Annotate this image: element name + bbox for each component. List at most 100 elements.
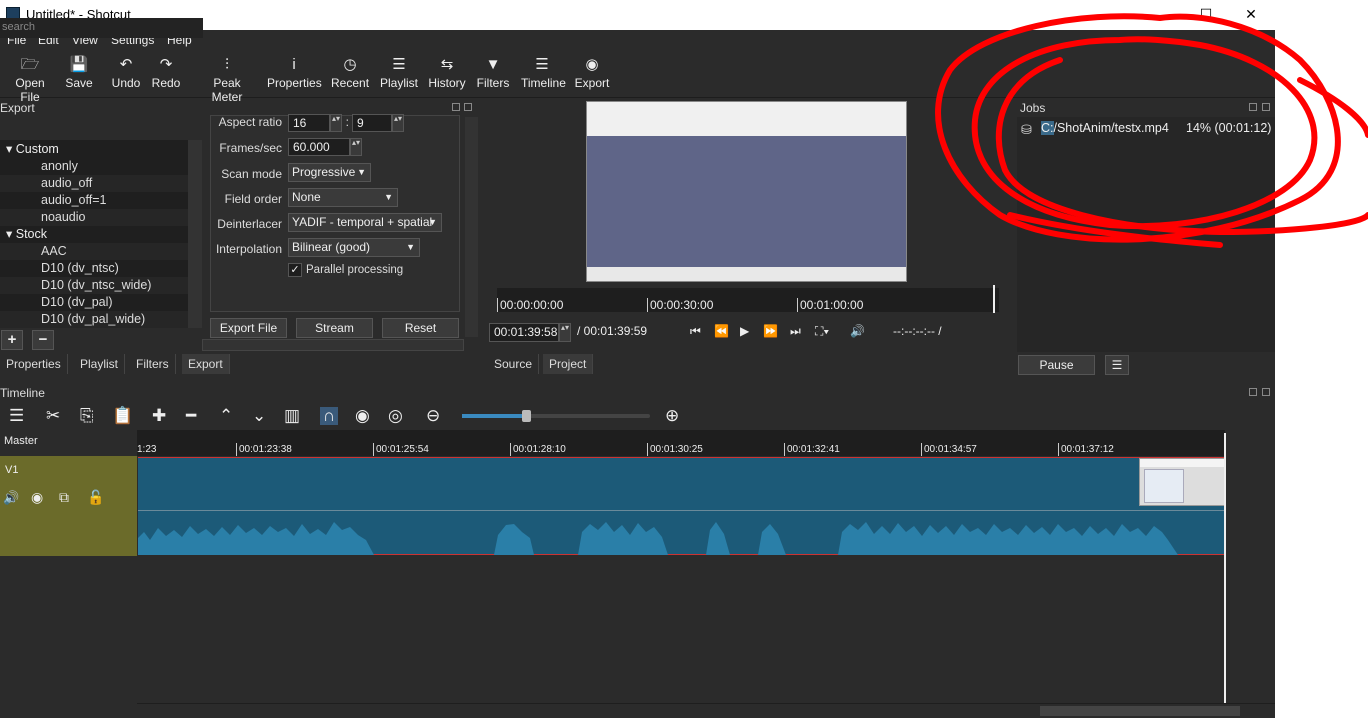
tab-properties[interactable]: Properties [0,354,68,374]
filters-button[interactable]: ▼ Filters [476,56,510,96]
rewind-icon[interactable]: ⏪ [714,324,729,338]
stream-button[interactable]: Stream [296,318,373,338]
reset-button[interactable]: Reset [382,318,459,338]
deinterlacer-select[interactable]: YADIF - temporal + spatial ▼ [288,213,442,232]
player-ruler[interactable]: 00:00:00:00 00:00:30:00 00:01:00:00 [497,288,999,312]
export-file-button[interactable]: Export File [210,318,287,338]
tree-scrollbar[interactable] [188,140,202,328]
timeline-playhead[interactable] [1224,433,1226,703]
tree-item[interactable]: audio_off [0,175,188,192]
scrollbar-thumb[interactable] [1040,706,1240,716]
options-scrollbar[interactable] [465,117,478,337]
tab-playlist[interactable]: Playlist [74,354,126,374]
close-panel-icon[interactable] [464,103,472,111]
remove-preset-button[interactable]: − [32,330,54,350]
aspect-width-stepper[interactable]: ▴▾ [330,114,342,132]
video-preview[interactable] [586,101,907,282]
timeline-menu-icon[interactable]: ☰ [9,407,24,425]
copy-icon[interactable]: ⎘ [80,407,94,425]
fps-field[interactable]: 60.000 [288,138,350,156]
job-row[interactable]: C:/ShotAnim/testx.mp4 [1041,121,1169,135]
snap-magnet-icon[interactable]: ∩ [320,407,339,425]
play-icon[interactable]: ▶ [740,324,749,338]
tree-item[interactable]: D10 (dv_ntsc) [0,260,188,277]
scan-mode-select[interactable]: Progressive ▼ [288,163,371,182]
tree-item[interactable]: noaudio [0,209,188,226]
scrub-eye-icon[interactable]: ◉ [355,407,370,425]
append-icon[interactable]: ✚ [152,407,166,425]
skip-next-icon[interactable]: ⏭ [790,324,801,339]
export-button[interactable]: ◉ Export [574,56,610,96]
overwrite-icon[interactable]: ⌄ [252,407,266,425]
tree-item[interactable]: D10 (dv_pal) [0,294,188,311]
open-file-button[interactable]: 🗁 Open File [6,56,54,104]
zoom-out-icon[interactable]: ⊖ [426,407,440,425]
fps-stepper[interactable]: ▴▾ [350,138,362,156]
timeline-ruler[interactable]: 1:23 00:01:23:38 00:01:25:54 00:01:28:10… [137,430,1225,456]
ripple-delete-icon[interactable]: ━ [186,407,196,425]
save-button[interactable]: 💾 Save [63,56,95,96]
peak-meter-button[interactable]: ⫶ Peak Meter [198,56,256,104]
lock-icon[interactable]: 🔓 [87,489,104,506]
composite-layers-icon[interactable]: ⧉ [59,489,69,506]
parallel-processing-checkbox[interactable]: ✓ [288,263,302,277]
skip-previous-icon[interactable]: ⏮ [690,324,701,339]
aspect-width-field[interactable]: 16 [288,114,330,132]
tree-item[interactable]: D10 (dv_pal_wide) [0,311,188,328]
maximize-button[interactable]: ☐ [1194,4,1218,24]
fast-forward-icon[interactable]: ⏩ [763,324,778,338]
ripple-target-icon[interactable]: ◎ [388,407,403,425]
paste-icon[interactable]: 📋 [112,407,133,425]
tree-group-custom[interactable]: ▾ Custom [0,141,188,158]
tab-export[interactable]: Export [182,354,230,374]
close-button[interactable]: ✕ [1239,4,1263,24]
history-button[interactable]: ⇆ History [428,56,466,96]
timeline-hscrollbar[interactable] [137,703,1275,717]
float-icon[interactable] [1249,103,1257,111]
zoom-slider[interactable] [462,410,650,422]
recent-button[interactable]: ◷ Recent [331,56,369,96]
preset-tree[interactable]: ▾ Custom anonly audio_off audio_off=1 no… [0,140,188,328]
close-panel-icon[interactable] [1262,103,1270,111]
tree-item[interactable]: AAC [0,243,188,260]
lift-icon[interactable]: ⌃ [219,407,233,425]
aspect-height-field[interactable]: 9 [352,114,392,132]
tab-source[interactable]: Source [488,354,540,374]
field-order-select[interactable]: None ▼ [288,188,398,207]
zoom-in-icon[interactable]: ⊕ [665,407,679,425]
float-icon[interactable] [1249,388,1257,396]
jobs-menu-button[interactable]: ☰ [1105,355,1129,375]
properties-button[interactable]: i Properties [267,56,322,96]
close-panel-icon[interactable] [1262,388,1270,396]
tree-item[interactable]: D10 (dv_ntsc_wide) [0,277,188,294]
aspect-height-stepper[interactable]: ▴▾ [392,114,404,132]
zoom-icon[interactable]: ⛶▾ [815,324,829,339]
tree-item[interactable]: anonly [0,158,188,175]
tab-filters[interactable]: Filters [130,354,176,374]
redo-button[interactable]: ↷ Redo [150,56,182,96]
pause-button[interactable]: Pause [1018,355,1095,375]
tree-group-stock[interactable]: ▾ Stock [0,226,188,243]
track-header-v1[interactable]: V1 🔊 ◉ ⧉ 🔓 [0,456,137,556]
undo-button[interactable]: ↶ Undo [110,56,142,96]
minimize-button[interactable]: — [1150,4,1174,24]
playlist-button[interactable]: ☰ Playlist [380,56,418,96]
cut-icon[interactable]: ✂ [46,407,60,425]
preset-search-input[interactable]: search [0,18,203,38]
volume-icon[interactable]: 🔊 [850,324,865,338]
interpolation-select[interactable]: Bilinear (good) ▼ [288,238,420,257]
float-icon[interactable] [452,103,460,111]
position-stepper[interactable]: ▴▾ [559,323,571,342]
options-hscrollbar[interactable] [202,339,464,351]
position-timecode-field[interactable]: 00:01:39:58 [489,323,559,342]
hide-eye-icon[interactable]: ◉ [31,489,43,506]
zoom-slider-handle[interactable] [522,410,531,422]
tab-project[interactable]: Project [543,354,594,374]
add-preset-button[interactable]: + [1,330,23,350]
mute-icon[interactable]: 🔊 [3,490,19,506]
player-playhead[interactable] [993,285,995,313]
split-icon[interactable]: ▥ [284,407,300,425]
tree-item[interactable]: audio_off=1 [0,192,188,209]
ruler-tick: 1:23 [137,444,157,455]
timeline-button[interactable]: ☰ Timeline [521,56,566,96]
